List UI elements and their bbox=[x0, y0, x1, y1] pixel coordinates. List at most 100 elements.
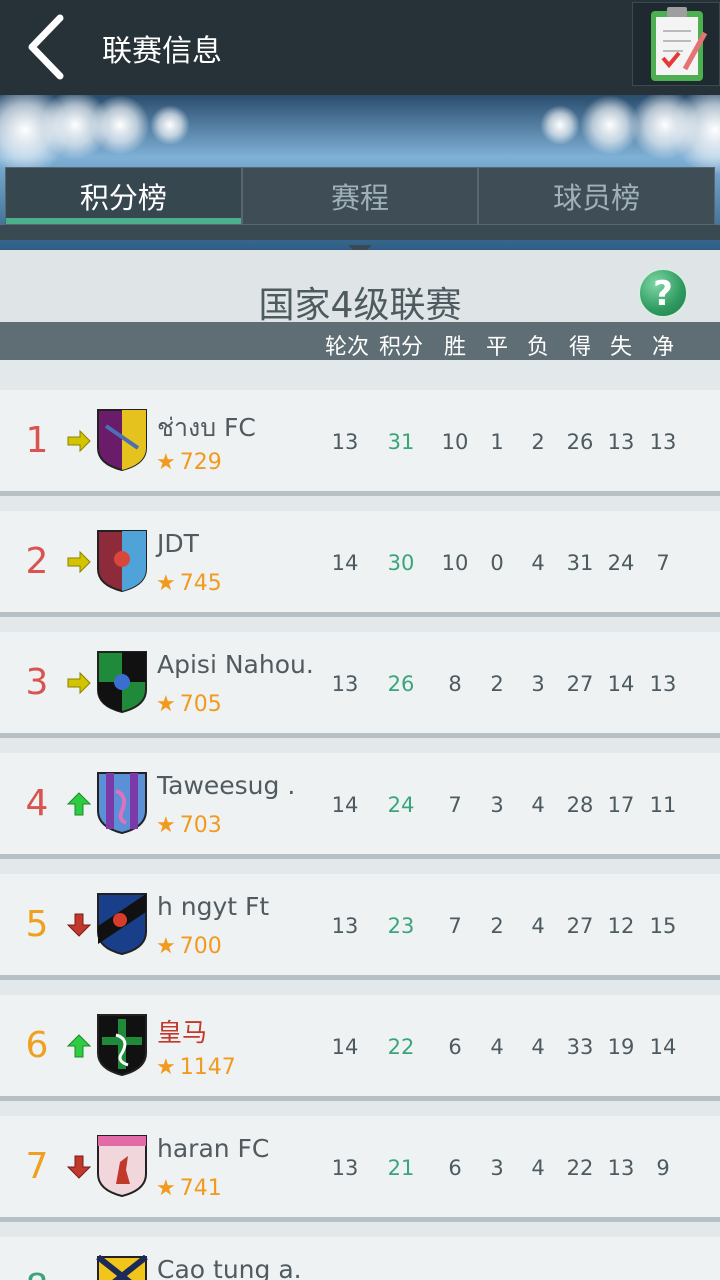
stat-goals-for: 33 bbox=[566, 1035, 594, 1059]
stat-losses: 2 bbox=[531, 430, 545, 454]
column-header-losses: 负 bbox=[526, 335, 549, 360]
star-icon: ★ bbox=[156, 692, 176, 717]
stat-goals-against: 17 bbox=[607, 793, 635, 817]
team-rating: ★ 703 bbox=[156, 813, 222, 838]
rank-number: 7 bbox=[25, 1146, 49, 1187]
stat-losses: 4 bbox=[531, 1035, 545, 1059]
back-arrow-icon[interactable] bbox=[22, 12, 72, 82]
stat-points: 22 bbox=[387, 1035, 415, 1059]
team-name[interactable]: 皇马 bbox=[157, 1013, 207, 1049]
stat-draws: 2 bbox=[490, 672, 504, 696]
team-name[interactable]: haran FC bbox=[157, 1134, 269, 1163]
stat-goals-against: 12 bbox=[607, 914, 635, 938]
team-name[interactable]: ช่างบ FC bbox=[157, 408, 256, 448]
team-name[interactable]: Apisi Nahou. bbox=[157, 650, 314, 679]
stat-goal-diff: 13 bbox=[649, 672, 677, 696]
rank-number: 2 bbox=[25, 541, 49, 582]
stat-losses: 4 bbox=[531, 551, 545, 575]
rating-value: 1147 bbox=[179, 1055, 236, 1080]
star-icon: ★ bbox=[156, 1055, 176, 1080]
rating-value: 700 bbox=[179, 934, 222, 959]
stat-rounds: 13 bbox=[331, 1156, 359, 1180]
team-crest-icon bbox=[94, 1013, 150, 1077]
star-icon: ★ bbox=[156, 1176, 176, 1201]
stat-draws: 0 bbox=[490, 551, 504, 575]
column-header-points: 积分 bbox=[378, 335, 423, 360]
stat-goals-for: 28 bbox=[566, 793, 594, 817]
column-header-goal-diff: 净 bbox=[651, 335, 674, 360]
stat-goal-diff: 14 bbox=[649, 1035, 677, 1059]
stat-goals-for: 31 bbox=[566, 551, 594, 575]
star-icon: ★ bbox=[156, 571, 176, 596]
stat-draws: 3 bbox=[490, 793, 504, 817]
rating-value: 729 bbox=[179, 450, 222, 475]
stat-rounds: 14 bbox=[331, 793, 359, 817]
rank-number: 5 bbox=[25, 904, 49, 945]
table-row[interactable]: 7 haran FC ★ 741 13 21 6 3 4 22 13 9 bbox=[0, 1116, 720, 1222]
team-rating: ★ 729 bbox=[156, 450, 222, 475]
rank-number: 6 bbox=[25, 1025, 49, 1066]
star-icon: ★ bbox=[156, 813, 176, 838]
column-header-draws: 平 bbox=[485, 335, 508, 360]
tab-player-ranking[interactable]: 球员榜 bbox=[478, 167, 716, 225]
table-row[interactable]: 8 Cao tung a. bbox=[0, 1237, 720, 1280]
table-row[interactable]: 3 Apisi Nahou. ★ 705 13 26 8 2 3 27 14 13 bbox=[0, 632, 720, 738]
stat-goals-against: 13 bbox=[607, 430, 635, 454]
help-button[interactable]: ? bbox=[638, 268, 688, 318]
stat-losses: 4 bbox=[531, 1156, 545, 1180]
stat-rounds: 14 bbox=[331, 1035, 359, 1059]
tab-schedule[interactable]: 赛程 bbox=[241, 167, 479, 225]
team-crest-icon bbox=[94, 892, 150, 956]
top-bar: 联赛信息 bbox=[0, 0, 720, 95]
team-crest-icon bbox=[94, 650, 150, 714]
team-name[interactable]: JDT bbox=[157, 529, 199, 558]
column-header-wins: 胜 bbox=[443, 335, 466, 360]
stat-goals-against: 13 bbox=[607, 1156, 635, 1180]
down-arrow-icon bbox=[66, 912, 92, 938]
rating-value: 703 bbox=[179, 813, 222, 838]
stat-rounds: 14 bbox=[331, 551, 359, 575]
team-crest-icon bbox=[94, 1134, 150, 1198]
team-rating: ★ 745 bbox=[156, 571, 222, 596]
rank-number: 3 bbox=[25, 662, 49, 703]
rank-number: 1 bbox=[25, 420, 49, 461]
star-icon: ★ bbox=[156, 934, 176, 959]
stat-goals-for: 22 bbox=[566, 1156, 594, 1180]
clipboard-button[interactable] bbox=[632, 2, 720, 86]
table-row[interactable]: 6 皇马 ★ 1147 14 22 6 4 4 33 19 14 bbox=[0, 995, 720, 1101]
stat-wins: 7 bbox=[448, 793, 462, 817]
tab-standings[interactable]: 积分榜 bbox=[5, 167, 242, 225]
stat-rounds: 13 bbox=[331, 914, 359, 938]
stat-losses: 3 bbox=[531, 672, 545, 696]
rank-number: 8 bbox=[14, 1267, 60, 1280]
team-crest-icon bbox=[94, 408, 150, 472]
team-name[interactable]: Cao tung a. bbox=[157, 1255, 302, 1280]
stat-points: 31 bbox=[387, 430, 415, 454]
table-row[interactable]: 1 ช่างบ FC ★ 729 13 31 10 1 2 26 13 13 bbox=[0, 390, 720, 496]
stat-goals-against: 24 bbox=[607, 551, 635, 575]
stat-goal-diff: 9 bbox=[656, 1156, 670, 1180]
team-crest-icon bbox=[94, 1254, 150, 1280]
stat-goal-diff: 13 bbox=[649, 430, 677, 454]
trend-icon bbox=[66, 1275, 92, 1280]
team-name[interactable]: h ngyt Ft bbox=[157, 892, 269, 921]
stat-points: 30 bbox=[387, 551, 415, 575]
table-row[interactable]: 4 Taweesug . ★ 703 14 24 7 3 4 28 17 11 bbox=[0, 753, 720, 859]
stat-goal-diff: 15 bbox=[649, 914, 677, 938]
stat-wins: 8 bbox=[448, 672, 462, 696]
stat-goals-against: 19 bbox=[607, 1035, 635, 1059]
stat-wins: 7 bbox=[448, 914, 462, 938]
stat-draws: 1 bbox=[490, 430, 504, 454]
stat-losses: 4 bbox=[531, 914, 545, 938]
stat-points: 24 bbox=[387, 793, 415, 817]
stat-points: 26 bbox=[387, 672, 415, 696]
league-name: 国家4级联赛 bbox=[258, 285, 462, 326]
stat-wins: 6 bbox=[448, 1035, 462, 1059]
team-crest-icon bbox=[94, 771, 150, 835]
column-header-rounds: 轮次 bbox=[324, 335, 369, 360]
team-name[interactable]: Taweesug . bbox=[157, 771, 295, 800]
stat-draws: 2 bbox=[490, 914, 504, 938]
table-row[interactable]: 2 JDT ★ 745 14 30 10 0 4 31 24 7 bbox=[0, 511, 720, 617]
table-row[interactable]: 5 h ngyt Ft ★ 700 13 23 7 2 4 27 12 15 bbox=[0, 874, 720, 980]
stat-draws: 3 bbox=[490, 1156, 504, 1180]
